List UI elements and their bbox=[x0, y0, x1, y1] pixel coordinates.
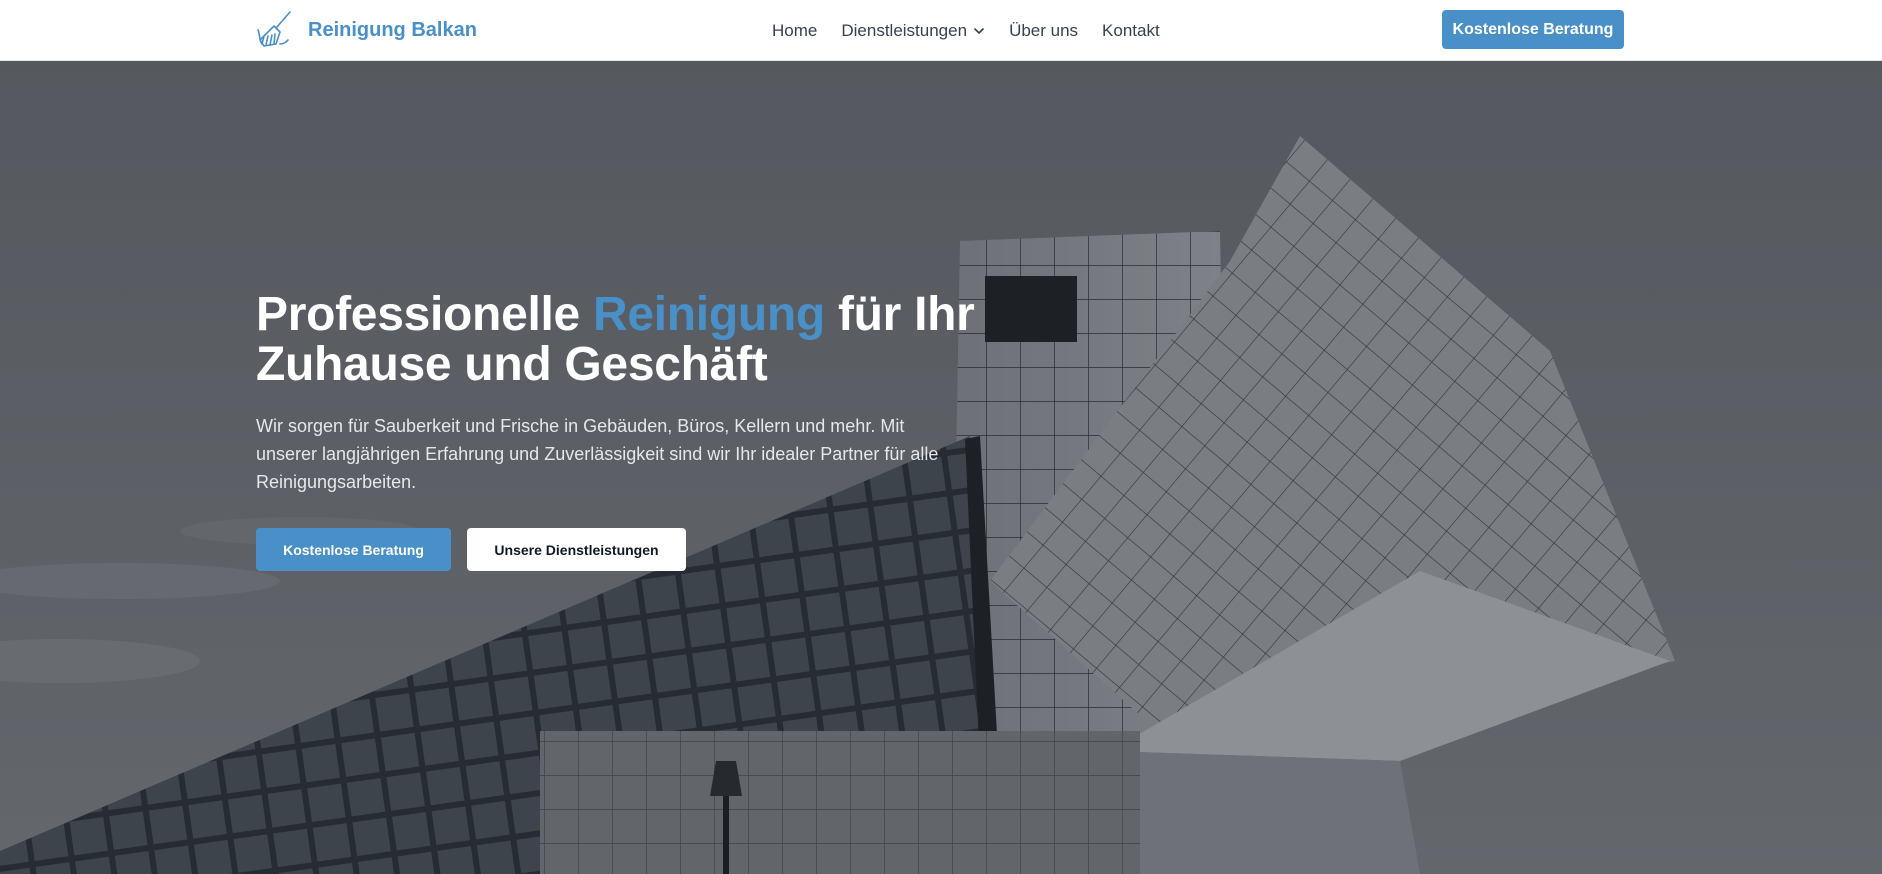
nav-dienstleistungen-label: Dienstleistungen bbox=[841, 20, 968, 40]
header-container: Reinigung Balkan Home Dienstleistungen Ü… bbox=[256, 0, 1624, 61]
hero-title: Professionelle Reinigung für Ihr Zuhause… bbox=[256, 290, 976, 390]
hero-consultation-button[interactable]: Kostenlose Beratung bbox=[256, 528, 451, 571]
nav-home[interactable]: Home bbox=[772, 21, 817, 41]
site-header: Reinigung Balkan Home Dienstleistungen Ü… bbox=[0, 0, 1882, 61]
hero-content: Professionelle Reinigung für Ihr Zuhause… bbox=[256, 290, 976, 571]
hero-buttons: Kostenlose Beratung Unsere Dienstleistun… bbox=[256, 528, 976, 571]
hero-description: Wir sorgen für Sauberkeit und Frische in… bbox=[256, 416, 939, 492]
nav-dienstleistungen[interactable]: Dienstleistungen bbox=[841, 21, 985, 41]
nav-kontakt[interactable]: Kontakt bbox=[1102, 21, 1160, 41]
brand-link[interactable]: Reinigung Balkan bbox=[256, 10, 477, 50]
hero-title-part1: Professionelle bbox=[256, 288, 593, 341]
brand-name: Reinigung Balkan bbox=[308, 18, 477, 41]
hero-section: Professionelle Reinigung für Ihr Zuhause… bbox=[0, 61, 1882, 874]
header-consultation-button[interactable]: Kostenlose Beratung bbox=[1442, 10, 1624, 49]
chevron-down-icon bbox=[974, 27, 984, 34]
broom-icon bbox=[257, 11, 291, 47]
main-nav: Home Dienstleistungen Über uns Kontakt bbox=[772, 0, 1160, 61]
hero-services-button[interactable]: Unsere Dienstleistungen bbox=[467, 528, 686, 571]
nav-ueber-uns[interactable]: Über uns bbox=[1009, 21, 1078, 41]
hero-title-accent: Reinigung bbox=[592, 288, 825, 341]
